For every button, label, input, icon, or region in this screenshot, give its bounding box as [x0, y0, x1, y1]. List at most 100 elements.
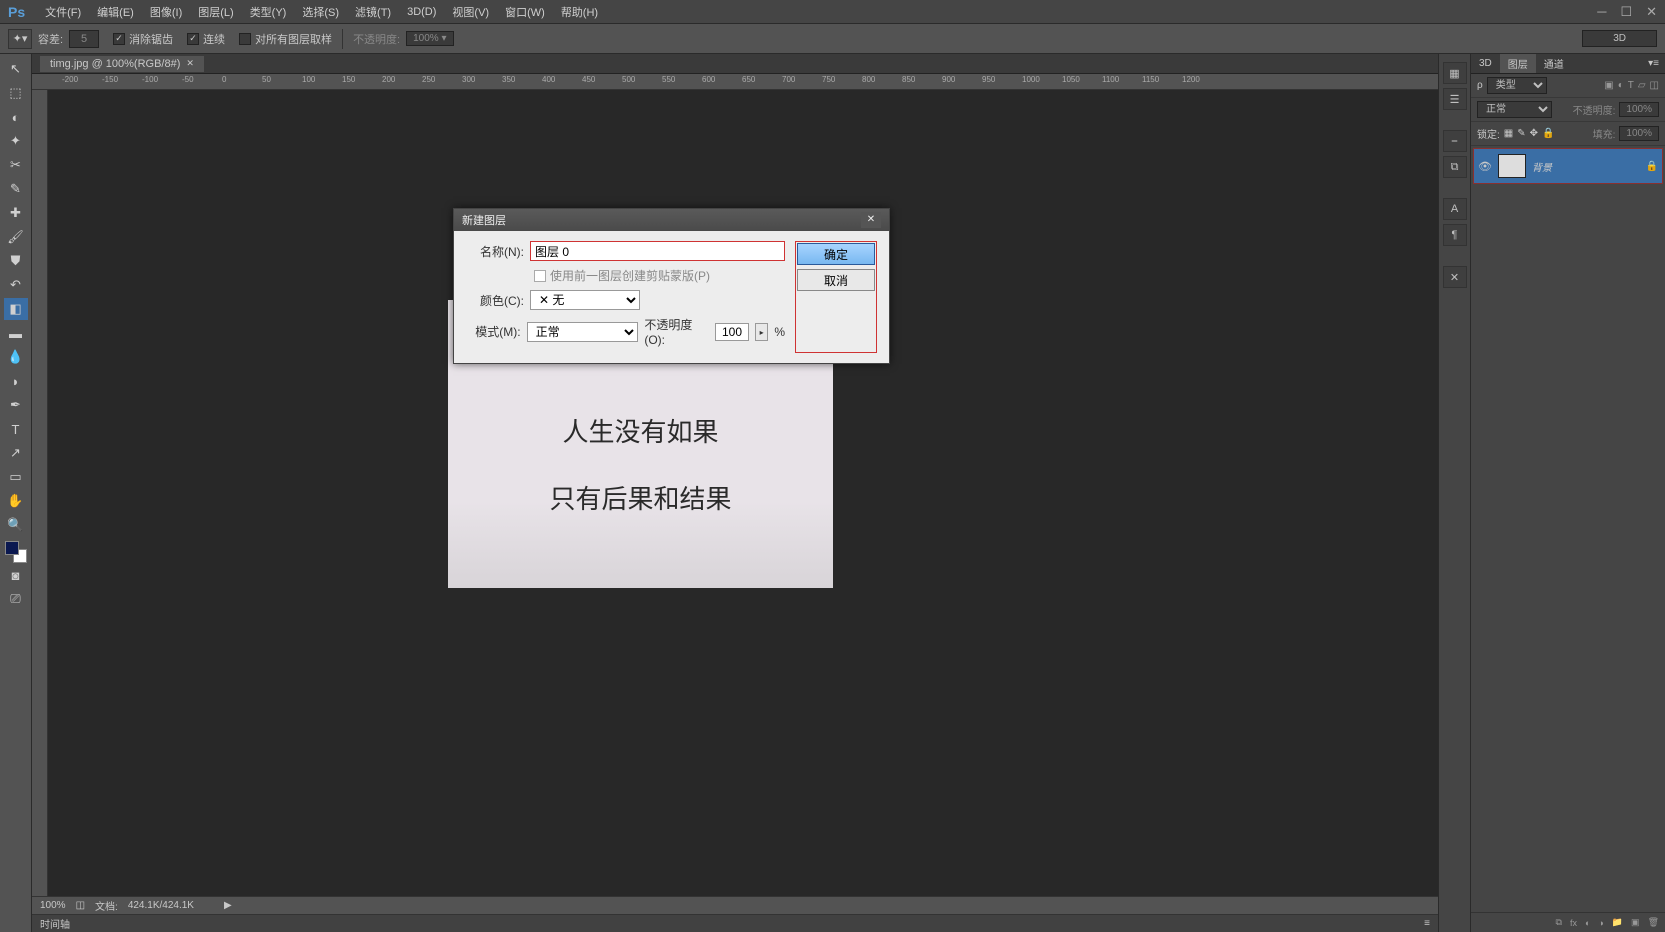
antialias-checkbox[interactable]: ✓ [113, 33, 125, 45]
tolerance-input[interactable] [69, 30, 99, 48]
menu-layer[interactable]: 图层(L) [190, 4, 241, 20]
dodge-tool[interactable]: ◗ [4, 370, 28, 392]
menu-type[interactable]: 类型(Y) [242, 4, 295, 20]
layer-fx-icon[interactable]: fx [1570, 918, 1577, 928]
menu-image[interactable]: 图像(I) [142, 4, 190, 20]
lasso-tool[interactable]: ◐ [4, 106, 28, 128]
history-brush-tool[interactable]: ↶ [4, 274, 28, 296]
close-icon[interactable]: ✕ [186, 58, 194, 69]
lock-position-icon[interactable]: ✥ [1530, 128, 1538, 139]
fg-color-swatch[interactable] [5, 541, 19, 555]
move-tool[interactable]: ↖ [4, 58, 28, 80]
filter-type-select[interactable]: 类型 [1487, 77, 1547, 94]
layer-row[interactable]: 👁 背景 🔒 [1473, 148, 1663, 184]
layer-opacity-label: 不透明度: [1573, 102, 1616, 117]
dialog-titlebar[interactable]: 新建图层 ✕ [454, 209, 889, 231]
timeline-bar[interactable]: 时间轴 ≡ [32, 914, 1438, 932]
brush-panel-icon[interactable]: ⎯ [1443, 130, 1467, 152]
mode-label: 模式(M): [466, 323, 521, 340]
link-layers-icon[interactable]: ⧉ [1556, 917, 1562, 928]
tools-panel-icon[interactable]: ✕ [1443, 266, 1467, 288]
3d-mode-button[interactable]: 3D [1582, 30, 1657, 47]
menu-help[interactable]: 帮助(H) [553, 4, 606, 20]
menu-3d[interactable]: 3D(D) [399, 6, 444, 18]
gradient-tool[interactable]: ▬ [4, 322, 28, 344]
tool-preset-icon[interactable]: ✦▾ [8, 29, 32, 49]
filter-pixel-icon[interactable]: ▣ [1604, 80, 1613, 91]
eyedropper-tool[interactable]: ✎ [4, 178, 28, 200]
document-tab[interactable]: timg.jpg @ 100%(RGB/8#) ✕ [40, 56, 204, 72]
filter-smart-icon[interactable]: ◫ [1650, 80, 1659, 91]
filter-type-icon2[interactable]: T [1628, 80, 1634, 91]
dialog-close-button[interactable]: ✕ [861, 212, 881, 228]
marquee-tool[interactable]: ⬚ [4, 82, 28, 104]
history-panel-icon[interactable]: ▦ [1443, 62, 1467, 84]
zoom-level[interactable]: 100% [40, 900, 66, 911]
opacity-input[interactable] [715, 323, 749, 341]
screenmode-tool[interactable]: ⎚ [4, 588, 28, 610]
status-arrow-icon[interactable]: ▶ [224, 900, 232, 911]
menu-window[interactable]: 窗口(W) [497, 4, 553, 20]
opacity-stepper[interactable]: ▸ [755, 323, 768, 341]
lock-transparency-icon[interactable]: ▦ [1504, 128, 1513, 139]
blur-tool[interactable]: 💧 [4, 346, 28, 368]
tab-3d[interactable]: 3D [1471, 56, 1500, 71]
blend-mode-select[interactable]: 正常 [1477, 101, 1552, 118]
window-minimize-icon[interactable]: ─ [1597, 4, 1606, 20]
ok-button[interactable]: 确定 [797, 243, 875, 265]
path-tool[interactable]: ↗ [4, 442, 28, 464]
wand-tool[interactable]: ✦ [4, 130, 28, 152]
lock-image-icon[interactable]: ✎ [1517, 128, 1525, 139]
new-fill-icon[interactable]: ◑ [1598, 918, 1603, 928]
clone-panel-icon[interactable]: ⧉ [1443, 156, 1467, 178]
timeline-menu-icon[interactable]: ≡ [1424, 918, 1430, 929]
eraser-tool[interactable]: ◧ [4, 298, 28, 320]
menu-file[interactable]: 文件(F) [37, 4, 89, 20]
layer-name[interactable]: 背景 [1532, 159, 1640, 174]
type-tool[interactable]: T [4, 418, 28, 440]
hand-tool[interactable]: ✋ [4, 490, 28, 512]
stamp-tool[interactable]: ⛊ [4, 250, 28, 272]
layer-opacity-value[interactable]: 100% [1619, 102, 1659, 117]
menu-edit[interactable]: 编辑(E) [89, 4, 142, 20]
delete-layer-icon[interactable]: 🗑 [1648, 917, 1659, 928]
new-group-icon[interactable]: 📁 [1612, 917, 1623, 928]
contiguous-checkbox[interactable]: ✓ [187, 33, 199, 45]
filter-adjust-icon[interactable]: ◐ [1618, 80, 1624, 91]
character-panel-icon[interactable]: A [1443, 198, 1467, 220]
opacity-dropdown[interactable]: 100% ▾ [406, 31, 453, 46]
doc-size-icon[interactable]: ◫ [76, 900, 85, 911]
cancel-button[interactable]: 取消 [797, 269, 875, 291]
healing-tool[interactable]: ✚ [4, 202, 28, 224]
filter-type-icon[interactable]: ρ [1477, 80, 1483, 91]
mode-select[interactable]: 正常 [527, 322, 639, 342]
crop-tool[interactable]: ✂ [4, 154, 28, 176]
fill-value[interactable]: 100% [1619, 126, 1659, 141]
zoom-tool[interactable]: 🔍 [4, 514, 28, 536]
menu-filter[interactable]: 滤镜(T) [347, 4, 399, 20]
lock-icon[interactable]: 🔒 [1646, 161, 1658, 172]
color-select[interactable]: ✕ 无 [530, 290, 640, 310]
all-layers-checkbox[interactable] [239, 33, 251, 45]
filter-shape-icon[interactable]: ▱ [1638, 80, 1646, 91]
pen-tool[interactable]: ✒ [4, 394, 28, 416]
menu-view[interactable]: 视图(V) [444, 4, 497, 20]
new-layer-icon[interactable]: ▣ [1631, 917, 1640, 928]
paragraph-panel-icon[interactable]: ¶ [1443, 224, 1467, 246]
tab-layers[interactable]: 图层 [1500, 54, 1536, 73]
menu-select[interactable]: 选择(S) [294, 4, 347, 20]
color-swatches[interactable] [5, 541, 27, 563]
lock-all-icon[interactable]: 🔒 [1542, 128, 1554, 139]
window-maximize-icon[interactable]: ☐ [1620, 4, 1632, 20]
shape-tool[interactable]: ▭ [4, 466, 28, 488]
layer-thumbnail[interactable] [1498, 154, 1526, 178]
brush-tool[interactable]: 🖌 [4, 226, 28, 248]
visibility-icon[interactable]: 👁 [1478, 160, 1492, 173]
tab-channels[interactable]: 通道 [1536, 54, 1572, 73]
quickmask-tool[interactable]: ◙ [4, 564, 28, 586]
layer-mask-icon[interactable]: ◐ [1585, 918, 1590, 928]
actions-panel-icon[interactable]: ☰ [1443, 88, 1467, 110]
window-close-icon[interactable]: ✕ [1646, 4, 1657, 20]
panel-menu-icon[interactable]: ▾≡ [1642, 58, 1665, 69]
layer-name-input[interactable] [530, 241, 785, 261]
